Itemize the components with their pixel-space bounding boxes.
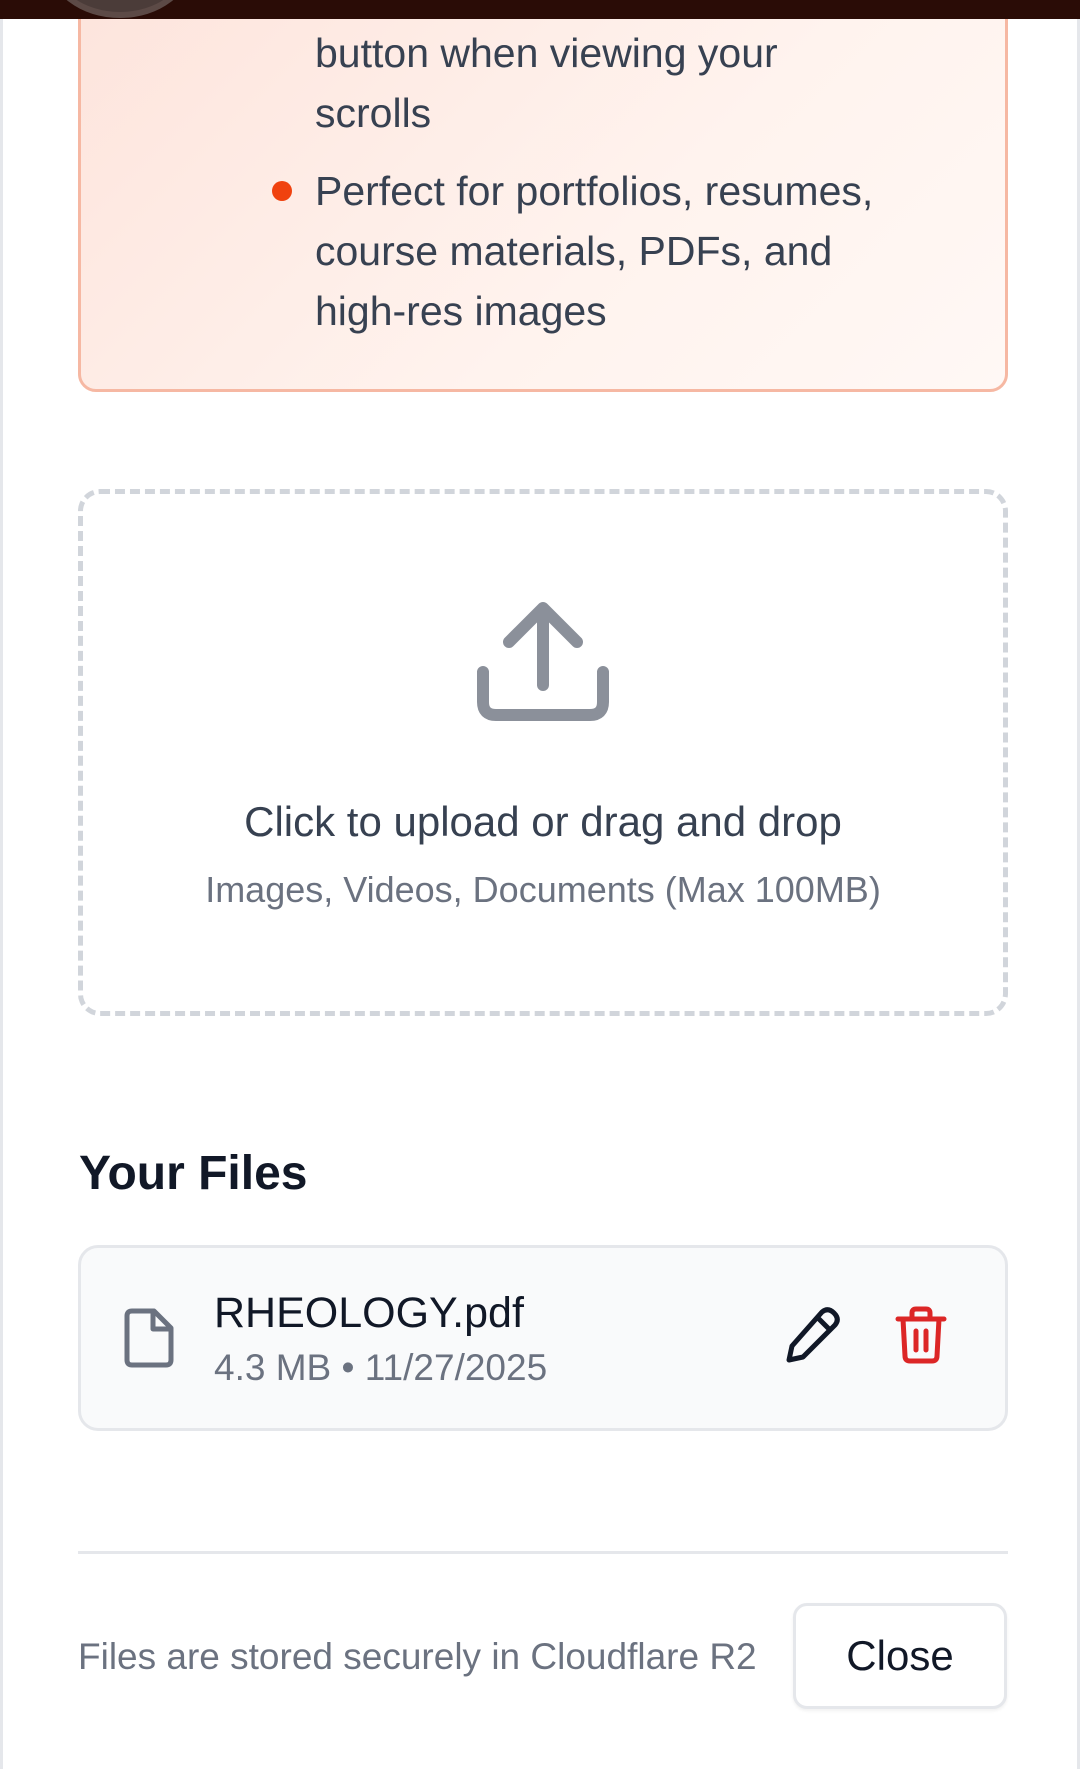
upload-icon	[477, 602, 609, 721]
notice-text-line: Perfect for portfolios, resumes,	[315, 168, 874, 214]
edit-pencil-icon[interactable]	[783, 1306, 841, 1364]
file-manager-modal: button when viewing your scrolls Perfect…	[0, 0, 1080, 1769]
trash-icon[interactable]	[893, 1306, 949, 1364]
upload-subtitle: Images, Videos, Documents (Max 100MB)	[205, 869, 881, 910]
file-name: RHEOLOGY.pdf	[214, 1289, 524, 1337]
file-icon	[124, 1308, 174, 1368]
top-bar	[0, 0, 1080, 19]
notice-text-line: scrolls	[315, 90, 432, 136]
storage-note: Files are stored securely in Cloudflare …	[78, 1636, 757, 1677]
upload-dropzone[interactable]	[78, 489, 1008, 1016]
notice-text-line: course materials, PDFs, and	[315, 228, 833, 274]
upload-title: Click to upload or drag and drop	[244, 798, 842, 845]
avatar	[48, 0, 192, 18]
footer-divider	[78, 1551, 1008, 1554]
bullet-icon	[272, 181, 292, 201]
notice-text-line: high-res images	[315, 288, 607, 334]
files-heading: Your Files	[79, 1147, 308, 1200]
file-meta: 4.3 MB • 11/27/2025	[214, 1347, 548, 1388]
close-button[interactable]: Close	[793, 1603, 1007, 1709]
notice-text-line: button when viewing your	[315, 30, 778, 76]
